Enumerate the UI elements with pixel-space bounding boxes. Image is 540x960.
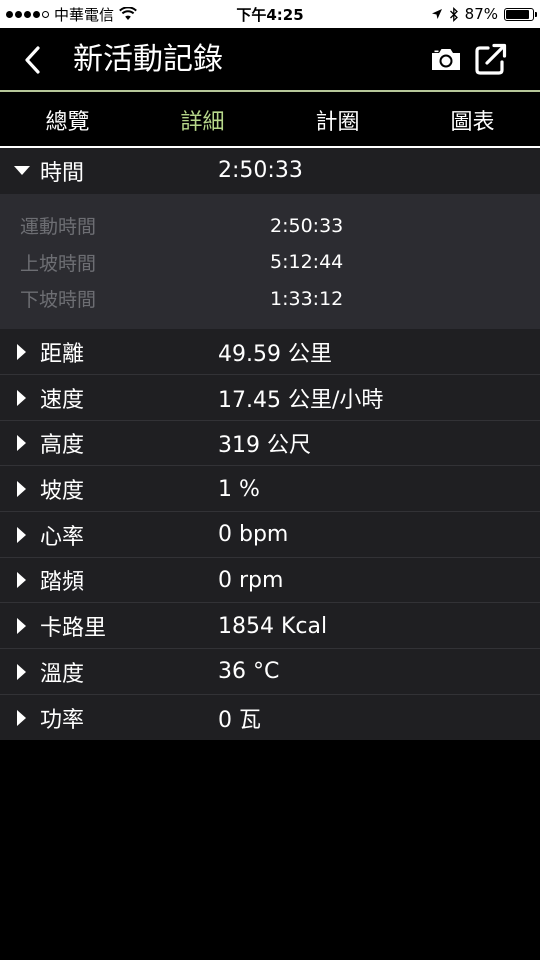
stat-label: 溫度 [40,661,85,687]
stat-label: 距離 [40,342,85,368]
detail-value: 5:12:44 [270,251,344,274]
stat-value: 0 rpm [218,567,284,593]
time-value: 2:50:33 [218,158,303,184]
battery-icon [504,7,537,21]
caret-right-icon [0,375,40,421]
stat-row-temperature[interactable]: 溫度 36 °C [0,649,540,695]
share-button[interactable] [472,40,510,78]
caret-right-icon [0,603,40,649]
stat-value: 0 bpm [218,522,289,548]
stat-value: 36 °C [218,659,280,685]
caret-right-icon [0,421,40,467]
tab-details[interactable]: 詳細 [135,93,270,146]
detail-label: 下坡時間 [20,289,97,312]
location-arrow-icon [431,9,442,19]
stat-label: 心率 [40,524,85,550]
caret-right-icon [0,649,40,695]
detail-value: 1:33:12 [270,287,344,310]
empty-background [0,752,540,960]
caret-right-icon [0,512,40,558]
stat-label: 速度 [40,387,85,413]
time-row[interactable]: 時間 2:50:33 [0,148,540,194]
detail-row: 下坡時間 1:33:12 [0,281,540,318]
tab-overview[interactable]: 總覽 [0,93,135,146]
stat-row-calories[interactable]: 卡路里 1854 Kcal [0,603,540,649]
stat-row-power[interactable]: 功率 0 瓦 [0,694,540,741]
stat-label: 高度 [40,433,85,459]
detail-value: 2:50:33 [270,214,344,237]
caret-right-icon [0,695,40,741]
time-details-panel: 運動時間 2:50:33 上坡時間 5:12:44 下坡時間 1:33:12 [0,193,540,330]
time-label: 時間 [40,160,85,186]
tab-charts[interactable]: 圖表 [405,93,540,146]
status-right: 87% [431,0,537,28]
stat-value: 49.59 公里 [218,342,332,368]
stat-value: 319 公尺 [218,433,311,459]
detail-row: 運動時間 2:50:33 [0,208,540,245]
stat-value: 0 瓦 [218,707,261,733]
caret-right-icon [0,466,40,512]
stat-row-speed[interactable]: 速度 17.45 公里/小時 [0,374,540,421]
battery-percent: 87% [464,5,498,23]
stat-label: 踏頻 [40,570,85,596]
header-divider [0,90,540,92]
stat-value: 1854 Kcal [218,613,328,639]
stat-label: 功率 [40,707,85,733]
stat-row-cadence[interactable]: 踏頻 0 rpm [0,557,540,604]
caret-down-icon [0,148,40,194]
back-button[interactable] [14,40,50,80]
stat-row-distance[interactable]: 距離 49.59 公里 [0,329,540,375]
status-bar: 中華電信 下午4:25 87% [0,0,540,28]
page-title: 新活動記錄 [73,42,223,77]
nav-header: 新活動記錄 [0,28,540,92]
stat-row-gradient[interactable]: 坡度 1 % [0,466,540,512]
stat-row-heart-rate[interactable]: 心率 0 bpm [0,511,540,558]
details-list: 時間 2:50:33 運動時間 2:50:33 上坡時間 5:12:44 下坡時… [0,148,540,741]
tab-bar: 總覽 詳細 計圈 圖表 [0,93,540,146]
camera-button[interactable] [428,42,464,76]
stat-label: 卡路里 [40,616,107,642]
stat-value: 17.45 公里/小時 [218,387,384,413]
stat-value: 1 % [218,476,260,502]
back-chevron-icon [25,46,40,74]
stat-row-altitude[interactable]: 高度 319 公尺 [0,420,540,467]
detail-label: 上坡時間 [20,252,97,275]
detail-row: 上坡時間 5:12:44 [0,244,540,281]
bluetooth-icon [449,6,458,22]
caret-right-icon [0,558,40,604]
camera-icon [432,49,460,70]
battery-level-fill [506,9,529,19]
detail-label: 運動時間 [20,216,97,239]
stat-label: 坡度 [40,479,85,505]
caret-right-icon [0,329,40,375]
tab-laps[interactable]: 計圈 [270,93,405,146]
share-external-icon [475,43,507,75]
